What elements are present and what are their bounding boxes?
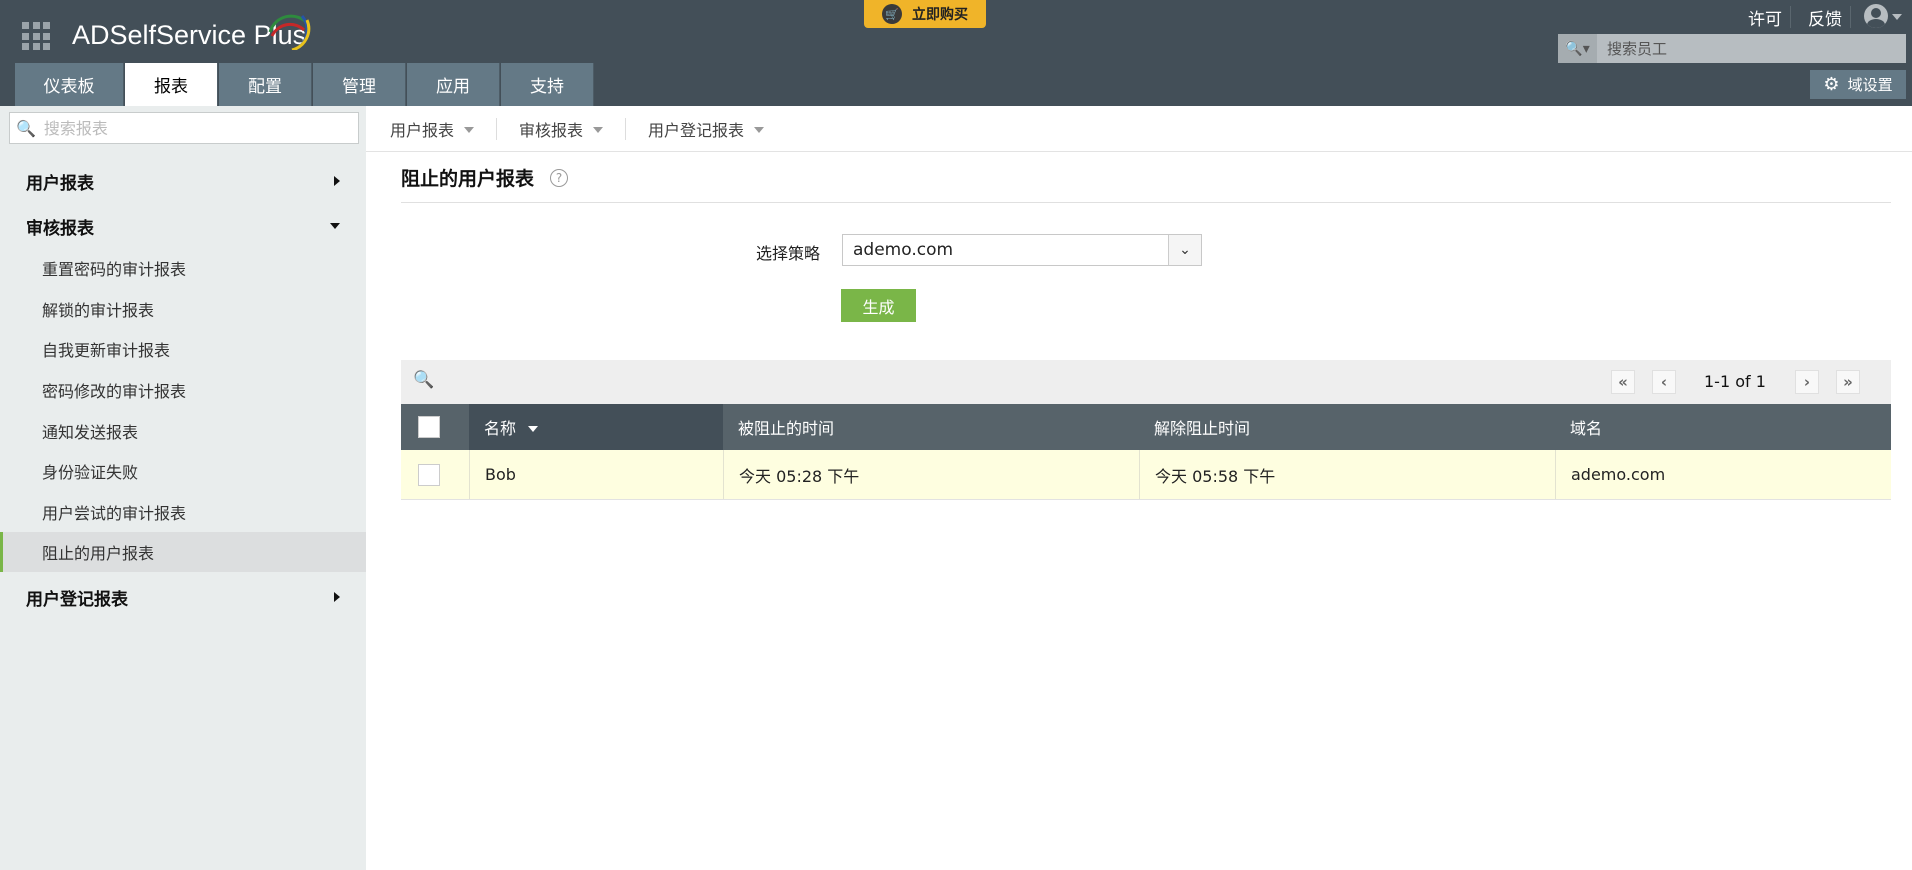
generate-button[interactable]: 生成 — [841, 289, 916, 322]
subnav-label: 审核报表 — [519, 120, 584, 140]
chevron-right-icon — [334, 176, 340, 186]
table-toolbar: 🔍 « ‹ 1-1 of 1 › » — [401, 360, 1891, 404]
policy-select[interactable]: ademo.com ⌄ — [842, 234, 1202, 266]
caret-down-icon — [593, 127, 604, 133]
cart-icon: 🛒 — [882, 4, 902, 24]
tab-admin[interactable]: 管理 — [313, 63, 406, 106]
divider — [1790, 6, 1791, 28]
subnav-user-reports[interactable]: 用户报表 — [390, 117, 498, 140]
sort-desc-icon — [528, 425, 539, 432]
search-icon[interactable]: 🔍▾ — [1558, 34, 1597, 63]
tab-reports[interactable]: 报表 — [125, 63, 218, 106]
tab-application[interactable]: 应用 — [407, 63, 500, 106]
group-label: 用户报表 — [26, 173, 94, 194]
prev-page-button[interactable]: ‹ — [1652, 370, 1676, 394]
subnav-label: 用户登记报表 — [648, 120, 745, 140]
divider — [401, 202, 1891, 203]
tab-configuration[interactable]: 配置 — [219, 63, 312, 106]
top-header: ADSelfService Plus 🛒立即购买 许可 反馈 🔍▾ ⚙域设置 仪… — [0, 0, 1912, 106]
policy-label: 选择策略 — [755, 244, 820, 263]
caret-down-icon — [754, 127, 765, 133]
select-all-checkbox[interactable] — [418, 416, 440, 438]
table-header: 名称 被阻止的时间 解除阻止时间 域名 — [401, 404, 1891, 450]
sidebar-item[interactable]: 用户尝试的审计报表 — [0, 492, 366, 532]
column-header-name[interactable]: 名称 — [469, 404, 723, 450]
chevron-down-icon[interactable] — [1892, 14, 1902, 25]
divider — [1850, 6, 1851, 28]
chevron-down-icon — [330, 223, 340, 229]
cell-domain: ademo.com — [1555, 450, 1891, 499]
row-checkbox[interactable] — [418, 463, 440, 486]
logo-arc-icon — [268, 14, 311, 50]
first-page-button[interactable]: « — [1611, 370, 1635, 394]
policy-value: ademo.com — [853, 240, 954, 260]
search-icon: 🔍 — [16, 118, 36, 138]
app-grid-icon[interactable] — [22, 22, 50, 50]
table-search-icon[interactable]: 🔍 — [413, 370, 434, 390]
sidebar-item-active[interactable]: 阻止的用户报表 — [0, 532, 366, 572]
pagination-text: 1-1 of 1 — [1704, 372, 1766, 391]
sidebar-item[interactable]: 密码修改的审计报表 — [0, 370, 366, 410]
sidebar-group-enrollment-reports[interactable]: 用户登记报表 — [0, 577, 366, 617]
chevron-down-icon[interactable]: ⌄ — [1168, 235, 1201, 265]
sidebar-item[interactable]: 重置密码的审计报表 — [0, 248, 366, 288]
report-search: 🔍 — [9, 112, 359, 144]
page-title-wrap: 阻止的用户报表? — [401, 164, 569, 191]
user-avatar-icon[interactable] — [1864, 4, 1888, 28]
cell-blocked-time: 今天 05:28 下午 — [723, 450, 1139, 499]
tab-support[interactable]: 支持 — [501, 63, 594, 106]
last-page-button[interactable]: » — [1836, 370, 1860, 394]
sidebar: 🔍 用户报表 审核报表 重置密码的审计报表 解锁的审计报表 自我更新审计报表 密… — [0, 106, 366, 870]
subnav-audit-reports[interactable]: 审核报表 — [519, 117, 627, 140]
cell-unblocked-time: 今天 05:58 下午 — [1139, 450, 1555, 499]
sidebar-item[interactable]: 身份验证失败 — [0, 451, 366, 491]
cell-name: Bob — [469, 450, 723, 499]
row-select-cell — [401, 450, 469, 499]
group-label: 用户登记报表 — [26, 589, 128, 610]
caret-down-icon — [464, 127, 475, 133]
report-search-input[interactable] — [43, 118, 358, 138]
sidebar-item[interactable]: 通知发送报表 — [0, 411, 366, 451]
sidebar-group-audit-reports[interactable]: 审核报表 — [0, 206, 366, 246]
domain-settings-button[interactable]: ⚙ 域设置 — [1810, 70, 1906, 99]
buy-now-button[interactable]: 🛒 立即购买 — [864, 0, 986, 28]
sidebar-item[interactable]: 解锁的审计报表 — [0, 289, 366, 329]
report-subnav: 用户报表 审核报表 用户登记报表 — [366, 106, 1912, 152]
tab-dashboard[interactable]: 仪表板 — [15, 63, 124, 106]
subnav-label: 用户报表 — [390, 120, 455, 140]
page-title: 阻止的用户报表 — [401, 168, 535, 190]
table-row: Bob 今天 05:28 下午 今天 05:58 下午 ademo.com — [401, 450, 1891, 500]
employee-search-input[interactable] — [1597, 34, 1906, 63]
domain-settings-label: 域设置 — [1847, 76, 1893, 94]
license-link[interactable]: 许可 — [1748, 5, 1782, 30]
feedback-link[interactable]: 反馈 — [1808, 5, 1842, 30]
column-header-domain[interactable]: 域名 — [1555, 404, 1891, 450]
gear-icon: ⚙ — [1823, 74, 1840, 95]
column-label: 名称 — [484, 419, 517, 438]
next-page-button[interactable]: › — [1795, 370, 1819, 394]
column-header-blocked-time[interactable]: 被阻止的时间 — [723, 404, 1139, 450]
help-icon[interactable]: ? — [550, 168, 569, 187]
employee-search: 🔍▾ — [1558, 34, 1906, 63]
sidebar-item[interactable]: 自我更新审计报表 — [0, 329, 366, 369]
select-all-cell — [401, 404, 469, 450]
group-label: 审核报表 — [26, 218, 94, 239]
chevron-right-icon — [334, 592, 340, 602]
subnav-enrollment-reports[interactable]: 用户登记报表 — [648, 118, 786, 140]
sidebar-group-user-reports[interactable]: 用户报表 — [0, 161, 366, 201]
buy-now-label: 立即购买 — [912, 7, 968, 23]
column-header-unblocked-time[interactable]: 解除阻止时间 — [1139, 404, 1555, 450]
